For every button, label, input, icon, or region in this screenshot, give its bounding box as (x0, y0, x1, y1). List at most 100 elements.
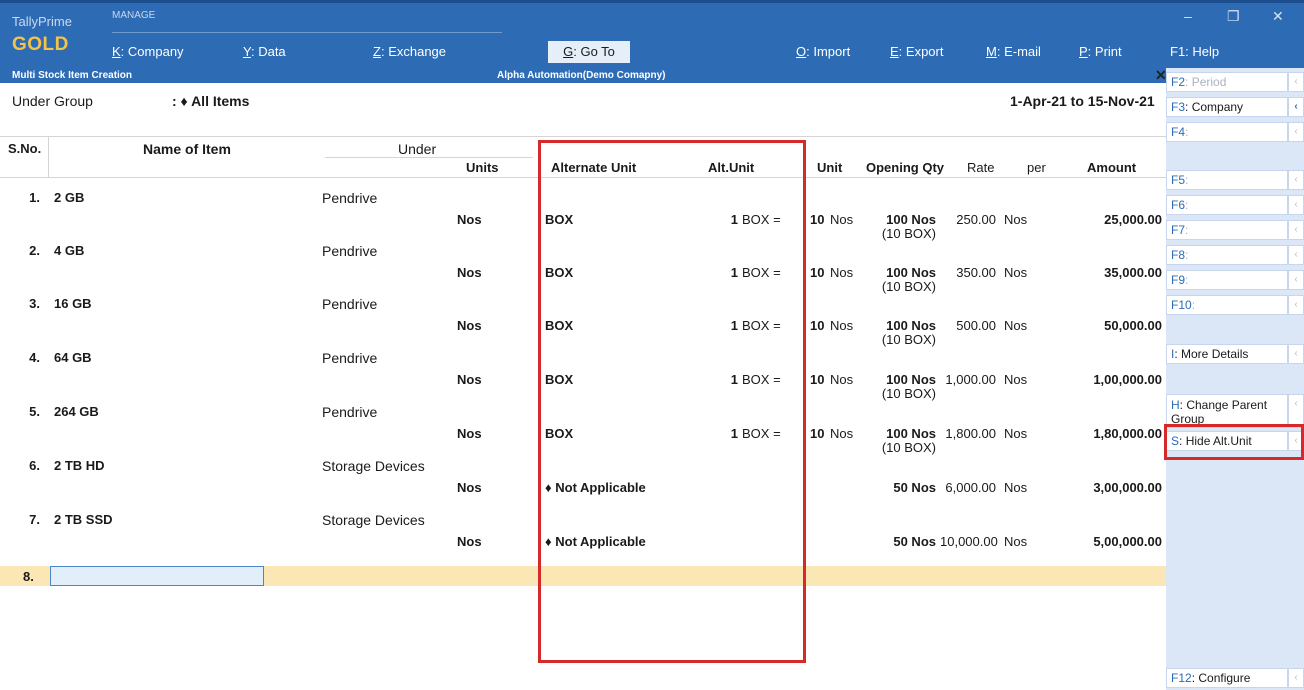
opening-qty[interactable]: 100 Nos (852, 265, 936, 280)
f10-button[interactable]: F10: (1166, 295, 1288, 315)
chevron-left-icon[interactable]: ‹ (1288, 270, 1304, 290)
conv-number[interactable]: 10 (810, 265, 824, 280)
opening-qty[interactable]: 100 Nos (852, 212, 936, 227)
item-per[interactable]: Nos (1004, 534, 1027, 549)
conv-number[interactable]: 10 (810, 212, 824, 227)
chevron-left-icon[interactable]: ‹ (1288, 122, 1304, 142)
item-per[interactable]: Nos (1004, 372, 1027, 387)
item-rate[interactable]: 250.00 (940, 212, 996, 227)
restore-icon[interactable]: ❐ (1227, 8, 1240, 25)
chevron-left-icon[interactable]: ‹ (1288, 72, 1304, 92)
item-per[interactable]: Nos (1004, 318, 1027, 333)
screen-title: Multi Stock Item Creation (12, 70, 133, 81)
chevron-left-icon[interactable]: ‹ (1288, 295, 1304, 315)
close-screen-icon[interactable]: ✕ (1155, 67, 1167, 84)
row-sno: 2. (29, 243, 40, 258)
more-details-button[interactable]: I: More Details (1166, 344, 1288, 364)
item-rate[interactable]: 6,000.00 (940, 480, 996, 495)
chevron-left-icon[interactable]: ‹ (1288, 344, 1304, 364)
item-per[interactable]: Nos (1004, 212, 1027, 227)
row-sno: 3. (29, 296, 40, 311)
item-rate[interactable]: 500.00 (940, 318, 996, 333)
menu-print[interactable]: P: Print (1079, 44, 1122, 59)
item-rate[interactable]: 1,000.00 (940, 372, 996, 387)
item-name[interactable]: 264 GB (54, 404, 99, 419)
item-name[interactable]: 16 GB (54, 296, 92, 311)
chevron-left-icon[interactable]: ‹ (1288, 97, 1304, 117)
item-units[interactable]: Nos (457, 318, 482, 333)
f5-button[interactable]: F5: (1166, 170, 1288, 190)
f6-button[interactable]: F6: (1166, 195, 1288, 215)
menu-help[interactable]: F1: Help (1170, 44, 1219, 59)
item-units[interactable]: Nos (457, 372, 482, 387)
item-under[interactable]: Pendrive (322, 296, 377, 312)
item-rate[interactable]: 10,000.00 (940, 534, 998, 549)
item-units[interactable]: Nos (457, 426, 482, 441)
item-under[interactable]: Storage Devices (322, 458, 425, 474)
item-name[interactable]: 64 GB (54, 350, 92, 365)
col-name: Name of Item (143, 141, 231, 157)
opening-qty[interactable]: 50 Nos (852, 480, 936, 495)
item-name[interactable]: 2 TB SSD (54, 512, 113, 527)
chevron-left-icon[interactable]: ‹ (1288, 220, 1304, 240)
item-rate[interactable]: 350.00 (940, 265, 996, 280)
menu-export[interactable]: E: Export (890, 44, 943, 59)
item-under[interactable]: Pendrive (322, 404, 377, 420)
item-name[interactable]: 2 TB HD (54, 458, 105, 473)
f4-button[interactable]: F4: (1166, 122, 1288, 142)
menu-company[interactable]: K: Company (112, 44, 184, 59)
f12-configure-button[interactable]: F12: Configure (1166, 668, 1288, 688)
app-name: TallyPrime (12, 14, 72, 29)
opening-qty[interactable]: 50 Nos (852, 534, 936, 549)
item-units[interactable]: Nos (457, 212, 482, 227)
f3-company-button[interactable]: F3: Company (1166, 97, 1288, 117)
opening-qty-alt: (10 BOX) (881, 440, 936, 455)
minimize-icon[interactable]: – (1184, 8, 1192, 24)
item-per[interactable]: Nos (1004, 480, 1027, 495)
opening-qty[interactable]: 100 Nos (852, 426, 936, 441)
item-under[interactable]: Storage Devices (322, 512, 425, 528)
item-units[interactable]: Nos (457, 480, 482, 495)
item-units[interactable]: Nos (457, 534, 482, 549)
key-separator: : (1185, 273, 1189, 287)
conv-number[interactable]: 10 (810, 318, 824, 333)
manage-label: MANAGE (112, 10, 156, 21)
item-per[interactable]: Nos (1004, 265, 1027, 280)
f8-button[interactable]: F8: (1166, 245, 1288, 265)
item-name-input[interactable] (50, 566, 264, 586)
conv-number[interactable]: 10 (810, 426, 824, 441)
opening-qty[interactable]: 100 Nos (852, 372, 936, 387)
company-name: Alpha Automation(Demo Comapny) (497, 70, 666, 81)
item-per[interactable]: Nos (1004, 426, 1027, 441)
menu-import[interactable]: O: Import (796, 44, 850, 59)
menu-goto-button[interactable]: G: Go To (548, 41, 630, 63)
menu-exchange[interactable]: Z: Exchange (373, 44, 446, 59)
item-name[interactable]: 4 GB (54, 243, 84, 258)
item-under[interactable]: Pendrive (322, 243, 377, 259)
menu-data[interactable]: Y: Data (243, 44, 286, 59)
f7-button[interactable]: F7: (1166, 220, 1288, 240)
opening-qty[interactable]: 100 Nos (852, 318, 936, 333)
conv-number[interactable]: 10 (810, 372, 824, 387)
change-parent-group-button[interactable]: H: Change Parent Group (1166, 394, 1288, 428)
shortcut-key: F12 (1171, 671, 1192, 685)
chevron-left-icon[interactable]: ‹ (1288, 195, 1304, 215)
button-panel (1166, 68, 1304, 690)
under-group-label: Under Group (12, 93, 93, 109)
chevron-left-icon[interactable]: ‹ (1288, 394, 1304, 428)
item-name[interactable]: 2 GB (54, 190, 84, 205)
chevron-left-icon[interactable]: ‹ (1288, 245, 1304, 265)
item-under[interactable]: Pendrive (322, 350, 377, 366)
chevron-left-icon[interactable]: ‹ (1288, 668, 1304, 688)
chevron-left-icon[interactable]: ‹ (1288, 170, 1304, 190)
close-window-icon[interactable]: ✕ (1272, 8, 1284, 25)
item-units[interactable]: Nos (457, 265, 482, 280)
menu-email[interactable]: M: E-mail (986, 44, 1041, 59)
item-under[interactable]: Pendrive (322, 190, 377, 206)
button-label: Company (1191, 100, 1244, 114)
f2-period-button[interactable]: F2: Period (1166, 72, 1288, 92)
f9-button[interactable]: F9: (1166, 270, 1288, 290)
under-group-value[interactable]: : ♦ All Items (172, 93, 249, 109)
item-rate[interactable]: 1,800.00 (940, 426, 996, 441)
col-under: Under (398, 141, 437, 157)
